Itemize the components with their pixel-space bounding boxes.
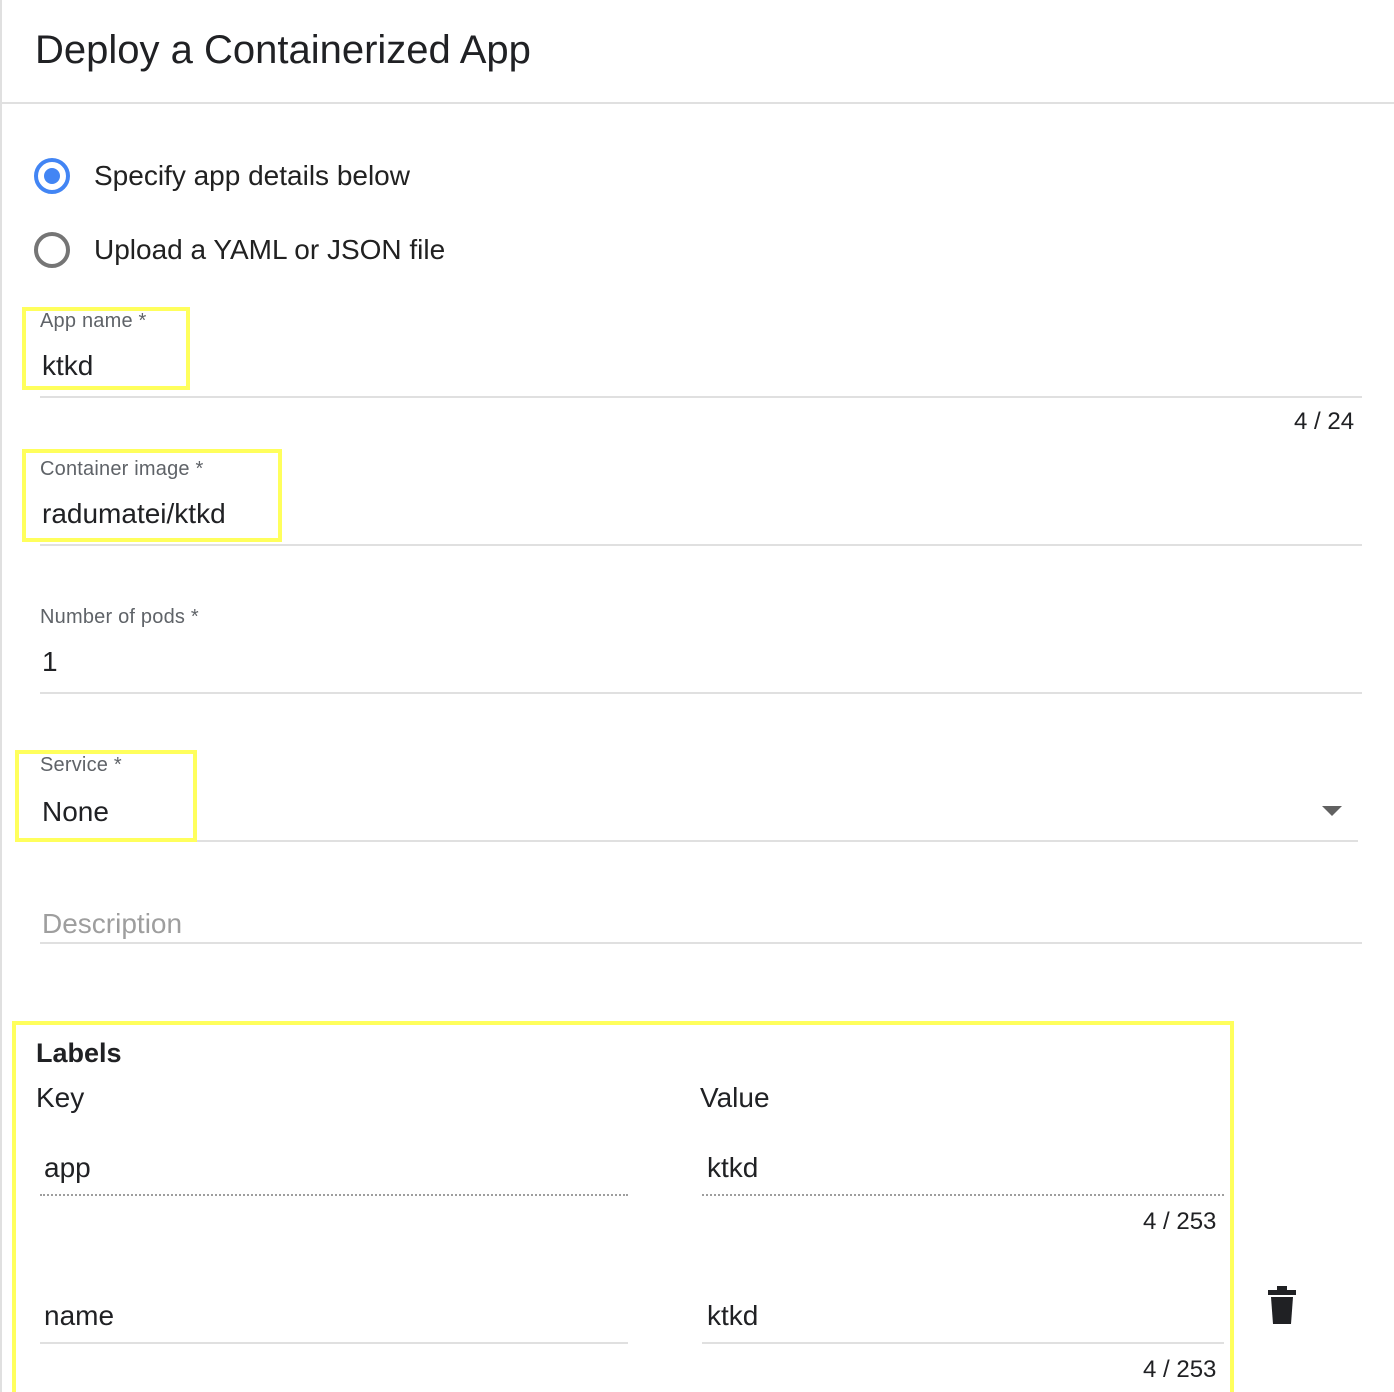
service-value[interactable]: None <box>42 796 109 828</box>
arrow-drop-down-icon[interactable] <box>1322 806 1342 816</box>
radio-unchecked-icon[interactable] <box>34 232 70 268</box>
app-name-input[interactable]: ktkd <box>42 350 93 382</box>
pods-label: Number of pods * <box>40 606 199 628</box>
radio-checked-icon[interactable] <box>34 158 70 194</box>
radio-upload-file[interactable]: Upload a YAML or JSON file <box>34 228 445 272</box>
label-key-input: app <box>44 1152 91 1183</box>
page-header: Deploy a Containerized App <box>2 0 1394 104</box>
container-image-underline <box>40 544 1362 546</box>
app-name-underline <box>40 396 1362 398</box>
label-value-underline <box>702 1342 1224 1344</box>
trash-icon[interactable] <box>1268 1286 1296 1324</box>
service-label: Service * <box>40 754 122 776</box>
service-underline <box>40 840 1358 842</box>
description-underline <box>40 942 1362 944</box>
container-image-input[interactable]: radumatei/ktkd <box>42 498 226 530</box>
labels-title: Labels <box>36 1038 122 1068</box>
labels-value-header: Value <box>700 1082 770 1113</box>
deploy-app-page: Deploy a Containerized App Specify app d… <box>0 0 1394 1392</box>
pods-underline <box>40 692 1362 694</box>
description-input[interactable]: Description <box>42 908 182 940</box>
highlight-labels <box>12 1021 1234 1392</box>
label-key-underline <box>40 1342 628 1344</box>
pods-input[interactable]: 1 <box>42 646 58 678</box>
radio-label-specify: Specify app details below <box>94 160 410 191</box>
page-title: Deploy a Containerized App <box>35 28 531 72</box>
label-value-counter: 4 / 253 <box>1143 1208 1217 1235</box>
label-value-input[interactable]: ktkd <box>707 1300 758 1332</box>
container-image-label: Container image * <box>40 458 204 480</box>
radio-label-upload: Upload a YAML or JSON file <box>94 234 446 265</box>
app-name-label: App name * <box>40 310 147 332</box>
label-value-underline <box>702 1194 1224 1196</box>
label-value-counter: 4 / 253 <box>1143 1356 1217 1383</box>
label-key-input[interactable]: name <box>44 1300 114 1332</box>
radio-specify-details[interactable]: Specify app details below <box>34 154 410 198</box>
label-value-input: ktkd <box>707 1152 759 1183</box>
labels-key-header: Key <box>36 1082 85 1113</box>
app-name-counter: 4 / 24 <box>1294 408 1355 435</box>
label-key-underline <box>40 1194 628 1196</box>
